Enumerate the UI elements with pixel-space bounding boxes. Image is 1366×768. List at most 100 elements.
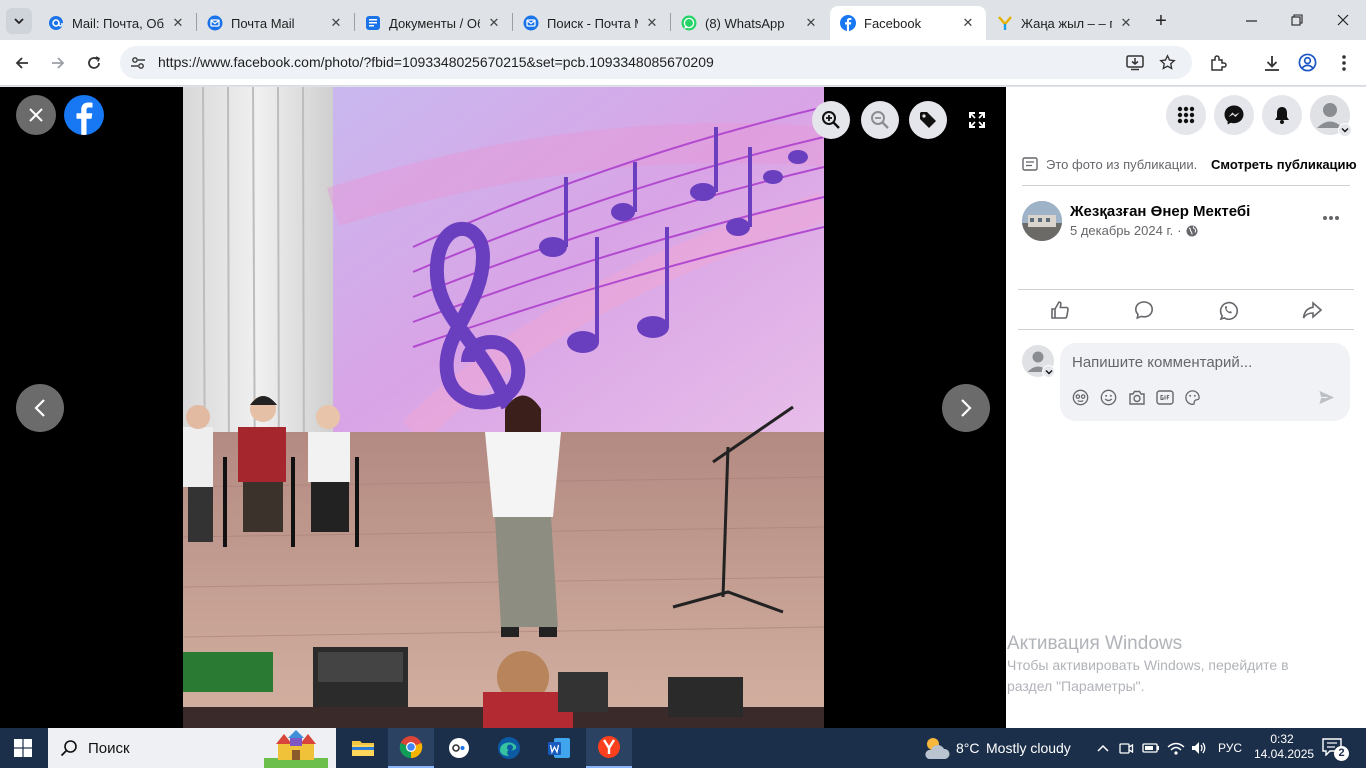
close-icon[interactable]: ✕ [1118, 15, 1134, 31]
close-icon[interactable]: ✕ [644, 15, 660, 31]
next-photo-button[interactable] [942, 384, 990, 432]
facebook-logo-icon [76, 102, 93, 135]
taskbar-chrome[interactable] [388, 728, 434, 768]
forward-button[interactable] [43, 48, 73, 78]
avatar-sticker-icon[interactable] [1072, 389, 1089, 406]
tab-mail-obl[interactable]: Mail: Почта, Обл ✕ [38, 6, 196, 40]
close-viewer-button[interactable] [16, 95, 56, 135]
comment-box[interactable]: Напишите комментарий... [1060, 343, 1350, 421]
send-whatsapp-button[interactable] [1186, 293, 1270, 327]
close-icon[interactable]: ✕ [328, 15, 344, 31]
tab-facebook[interactable]: Facebook ✕ [830, 6, 986, 40]
site-settings-icon[interactable] [130, 55, 146, 71]
language-indicator[interactable]: РУС [1218, 741, 1242, 755]
install-app-icon[interactable] [1126, 54, 1144, 71]
weather-cloudy-icon[interactable] [922, 735, 950, 761]
tab-search-button[interactable] [6, 8, 32, 34]
tab-documents[interactable]: Документы / Об ✕ [355, 6, 512, 40]
author-avatar[interactable] [1022, 201, 1062, 241]
chevron-up-icon[interactable] [1096, 742, 1110, 754]
previous-photo-button[interactable] [16, 384, 64, 432]
like-button[interactable] [1018, 293, 1102, 327]
taskbar-search-box[interactable]: Поиск [48, 728, 336, 768]
comment-input[interactable]: Напишите комментарий... [1072, 354, 1252, 371]
clock[interactable]: 0:32 14.04.2025 [1254, 732, 1314, 762]
windows-taskbar: Поиск 8°C Mostly cloudy РУС 0:32 14.04.2… [0, 728, 1366, 768]
account-button[interactable] [1310, 95, 1352, 137]
minimize-button[interactable] [1228, 0, 1274, 40]
gif-icon[interactable] [1156, 389, 1174, 406]
new-tab-button[interactable]: + [1148, 8, 1174, 34]
volume-icon[interactable] [1190, 740, 1208, 756]
commenter-dropdown-badge[interactable] [1042, 365, 1055, 378]
photo[interactable] [183, 87, 824, 728]
wifi-icon[interactable] [1167, 740, 1185, 756]
notifications-button[interactable] [1262, 95, 1302, 135]
tab-title: Документы / Об [389, 15, 480, 31]
share-button[interactable] [1270, 293, 1354, 327]
emoji-icon[interactable] [1100, 389, 1117, 406]
star-icon[interactable] [1159, 54, 1176, 71]
send-icon[interactable] [1318, 389, 1335, 406]
meet-now-icon[interactable] [1118, 740, 1134, 756]
yandex-icon [998, 16, 1012, 30]
facebook-home-button[interactable] [64, 95, 104, 135]
account-dropdown-badge[interactable] [1338, 123, 1352, 137]
chevron-down-icon [1341, 128, 1349, 133]
close-icon[interactable]: ✕ [803, 15, 819, 31]
download-icon[interactable] [1263, 54, 1281, 72]
profile-icon[interactable] [1298, 53, 1317, 72]
close-icon[interactable]: ✕ [486, 15, 502, 31]
tag-photo-button[interactable] [909, 101, 947, 139]
zoom-out-button[interactable] [861, 101, 899, 139]
search-highlight-castle-icon [264, 730, 328, 768]
close-window-button[interactable] [1320, 0, 1366, 40]
messenger-button[interactable] [1214, 95, 1254, 135]
meta-separator: · [1177, 223, 1182, 238]
facebook-icon [840, 15, 856, 31]
taskbar-edge[interactable] [486, 728, 532, 768]
camera-icon[interactable] [1128, 389, 1146, 406]
sticker-icon[interactable] [1184, 389, 1201, 406]
tab-whatsapp[interactable]: (8) WhatsApp ✕ [671, 6, 829, 40]
taskbar-file-explorer[interactable] [340, 728, 386, 768]
zoom-in-button[interactable] [812, 101, 850, 139]
taskbar-app-circle[interactable] [436, 728, 482, 768]
fullscreen-button[interactable] [964, 107, 990, 133]
url-text[interactable]: https://www.facebook.com/photo/?fbid=109… [158, 54, 714, 70]
battery-icon[interactable] [1142, 740, 1160, 756]
menu-kebab-icon[interactable] [1338, 54, 1350, 72]
zoom-in-icon [822, 111, 840, 129]
taskbar-yandex[interactable] [586, 728, 632, 768]
close-icon[interactable]: ✕ [960, 15, 976, 31]
extensions-icon[interactable] [1209, 54, 1227, 72]
menu-button[interactable] [1166, 95, 1206, 135]
start-button[interactable] [0, 728, 46, 768]
restore-button[interactable] [1274, 0, 1320, 40]
more-options-icon[interactable] [1322, 215, 1340, 221]
activation-watermark-line2: раздел "Параметры". [1007, 678, 1145, 694]
tag-icon [920, 112, 936, 128]
notification-center-button[interactable]: 2 [1320, 736, 1350, 762]
comment-button[interactable] [1102, 293, 1186, 327]
weather-temp[interactable]: 8°C [956, 740, 980, 756]
post-date[interactable]: 5 декабрь 2024 г. [1070, 223, 1173, 238]
post-icon [1022, 157, 1038, 171]
close-icon[interactable]: ✕ [170, 15, 186, 31]
back-button[interactable] [7, 48, 37, 78]
weather-text[interactable]: Mostly cloudy [986, 740, 1071, 756]
tab-title: Facebook [864, 15, 922, 31]
post-note: Это фото из публикации. [1046, 157, 1198, 172]
tab-search-mail[interactable]: Поиск - Почта М ✕ [513, 6, 670, 40]
zoom-out-icon [871, 111, 889, 129]
tab-pochta-mail[interactable]: Почта Mail ✕ [197, 6, 354, 40]
chrome-icon [399, 736, 423, 759]
tab-yandex[interactable]: Жаңа жыл – – п ✕ [987, 6, 1144, 40]
whatsapp-icon [681, 15, 697, 31]
word-icon [548, 738, 570, 758]
reload-button[interactable] [79, 48, 109, 78]
view-post-link[interactable]: Смотреть публикацию [1211, 157, 1357, 172]
taskbar-word[interactable] [536, 728, 582, 768]
author-name[interactable]: Жезқазған Өнер Мектебі [1070, 203, 1250, 220]
address-bar[interactable]: https://www.facebook.com/photo/?fbid=109… [120, 46, 1192, 79]
